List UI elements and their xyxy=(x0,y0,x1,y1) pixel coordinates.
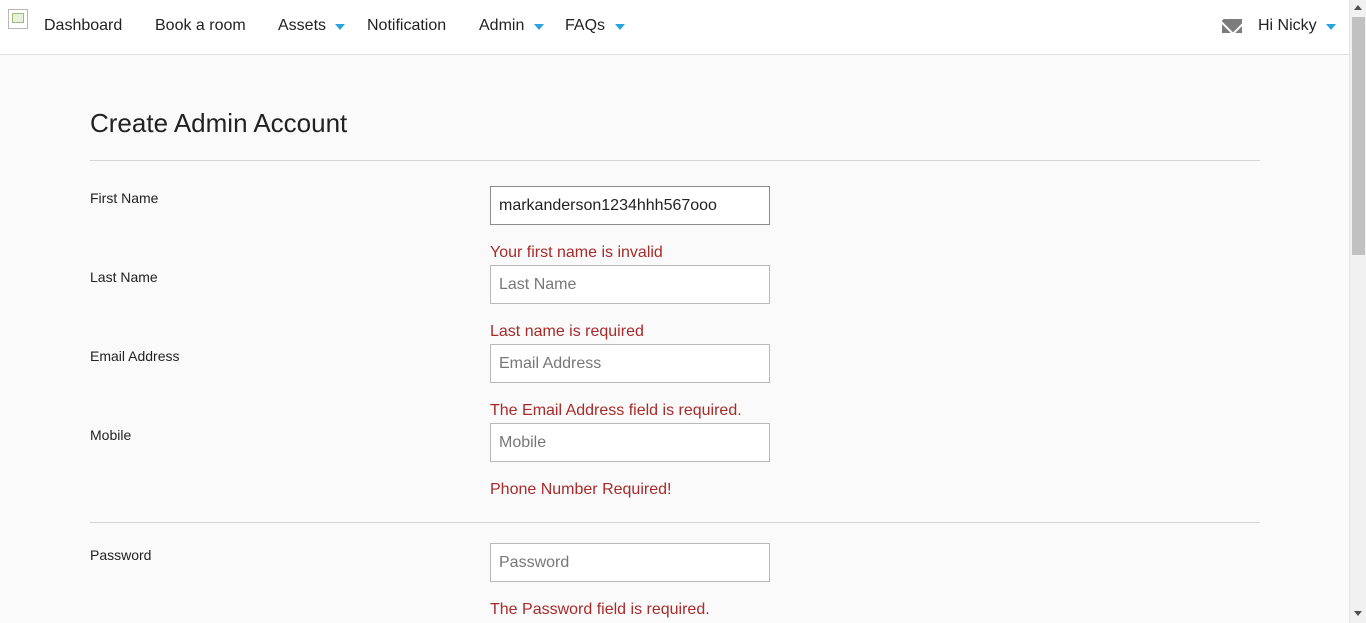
user-menu-caret-down-icon[interactable] xyxy=(1326,24,1336,30)
user-menu-greeting[interactable]: Hi Nicky xyxy=(1258,17,1317,35)
scrollbar-thumb[interactable] xyxy=(1352,17,1365,255)
first-name-error: Your first name is invalid xyxy=(490,244,663,261)
last-name-label: Last Name xyxy=(90,269,158,285)
scroll-down-arrow-icon[interactable] xyxy=(1354,611,1362,616)
vertical-scrollbar[interactable] xyxy=(1349,0,1366,623)
first-name-input[interactable] xyxy=(490,186,770,225)
password-label: Password xyxy=(90,547,152,563)
nav-faqs-dropdown[interactable]: FAQs xyxy=(565,17,605,35)
nav-dashboard-link[interactable]: Dashboard xyxy=(44,17,122,35)
password-error: The Password field is required. xyxy=(490,601,710,618)
title-divider xyxy=(90,160,1260,161)
nav-admin-dropdown[interactable]: Admin xyxy=(479,17,524,35)
email-label: Email Address xyxy=(90,348,180,364)
admin-caret-down-icon[interactable] xyxy=(534,24,544,30)
page-title: Create Admin Account xyxy=(90,108,348,138)
mobile-label: Mobile xyxy=(90,427,132,443)
section-divider xyxy=(90,522,1260,523)
nav-notification-link[interactable]: Notification xyxy=(367,17,446,35)
nav-book-a-room-link[interactable]: Book a room xyxy=(155,17,246,35)
logo-broken-image-icon[interactable] xyxy=(8,9,28,29)
password-input[interactable] xyxy=(490,543,770,582)
mobile-error: Phone Number Required! xyxy=(490,481,672,498)
mobile-input[interactable] xyxy=(490,423,770,462)
mail-icon[interactable] xyxy=(1222,19,1242,33)
nav-assets-dropdown[interactable]: Assets xyxy=(278,17,326,35)
scroll-up-arrow-icon[interactable] xyxy=(1354,5,1362,10)
email-error: The Email Address field is required. xyxy=(490,402,742,419)
assets-caret-down-icon[interactable] xyxy=(335,24,345,30)
last-name-error: Last name is required xyxy=(490,323,644,340)
top-navbar: Dashboard Book a room Assets Notificatio… xyxy=(0,0,1349,55)
faqs-caret-down-icon[interactable] xyxy=(615,24,625,30)
last-name-input[interactable] xyxy=(490,265,770,304)
email-input[interactable] xyxy=(490,344,770,383)
first-name-label: First Name xyxy=(90,190,159,206)
